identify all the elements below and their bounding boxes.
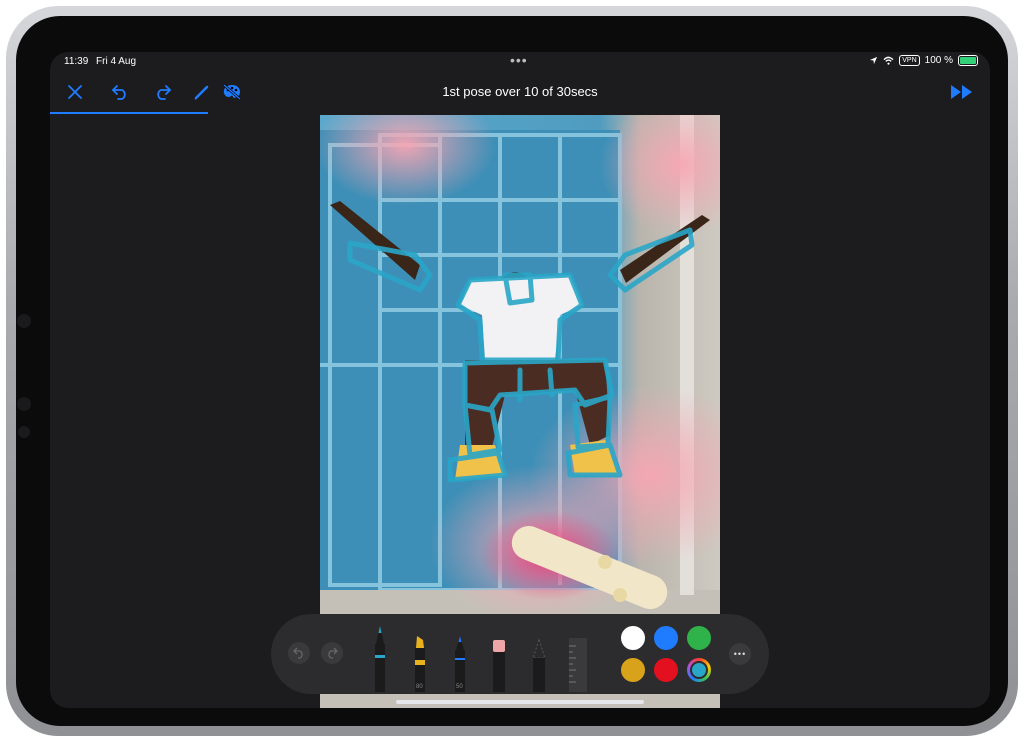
multitasking-dots-icon[interactable]: ••• (510, 52, 528, 68)
color-picker-selected[interactable] (687, 658, 711, 682)
status-bar: 11:39 Fri 4 Aug ••• VPN 100 % (50, 52, 990, 74)
status-date: Fri 4 Aug (96, 56, 137, 67)
status-right: VPN 100 % (869, 55, 978, 66)
wifi-icon (883, 56, 894, 65)
palette-undo-icon[interactable] (288, 642, 310, 664)
pencil-size-label: 50 (456, 684, 463, 690)
eraser-tool-icon[interactable] (489, 638, 509, 692)
top-toolbar: 1st pose over 10 of 30secs (50, 74, 990, 114)
page-title: 1st pose over 10 of 30secs (442, 84, 598, 99)
color-swatch-white[interactable] (621, 626, 645, 650)
palette-redo-icon[interactable] (321, 642, 343, 664)
battery-icon (958, 55, 978, 66)
marker-size-label: 80 (416, 684, 423, 690)
ruler-tool-icon[interactable] (567, 636, 589, 692)
color-swatch-blue[interactable] (654, 626, 678, 650)
screen: 11:39 Fri 4 Aug ••• VPN 100 % 1st pose o… (50, 52, 990, 708)
status-time: 11:39 (64, 56, 89, 67)
more-options-icon[interactable]: ••• (729, 643, 751, 665)
color-swatch-green[interactable] (687, 626, 711, 650)
color-swatch-red[interactable] (654, 658, 678, 682)
lasso-tool-icon[interactable] (529, 638, 549, 692)
fast-forward-icon[interactable] (948, 80, 976, 104)
home-indicator[interactable] (396, 700, 644, 704)
battery-percent: 100 % (924, 55, 953, 66)
color-swatch-yellow[interactable] (621, 658, 645, 682)
tool-palette: 80 50 ••• (271, 614, 769, 694)
vpn-badge: VPN (899, 55, 920, 66)
location-icon (870, 56, 878, 65)
pen-tool-icon[interactable] (371, 624, 389, 692)
ipad-bezel: 11:39 Fri 4 Aug ••• VPN 100 % 1st pose o… (16, 16, 1008, 726)
ipad-frame: 11:39 Fri 4 Aug ••• VPN 100 % 1st pose o… (6, 6, 1018, 736)
timer-progress-bar (50, 112, 208, 114)
